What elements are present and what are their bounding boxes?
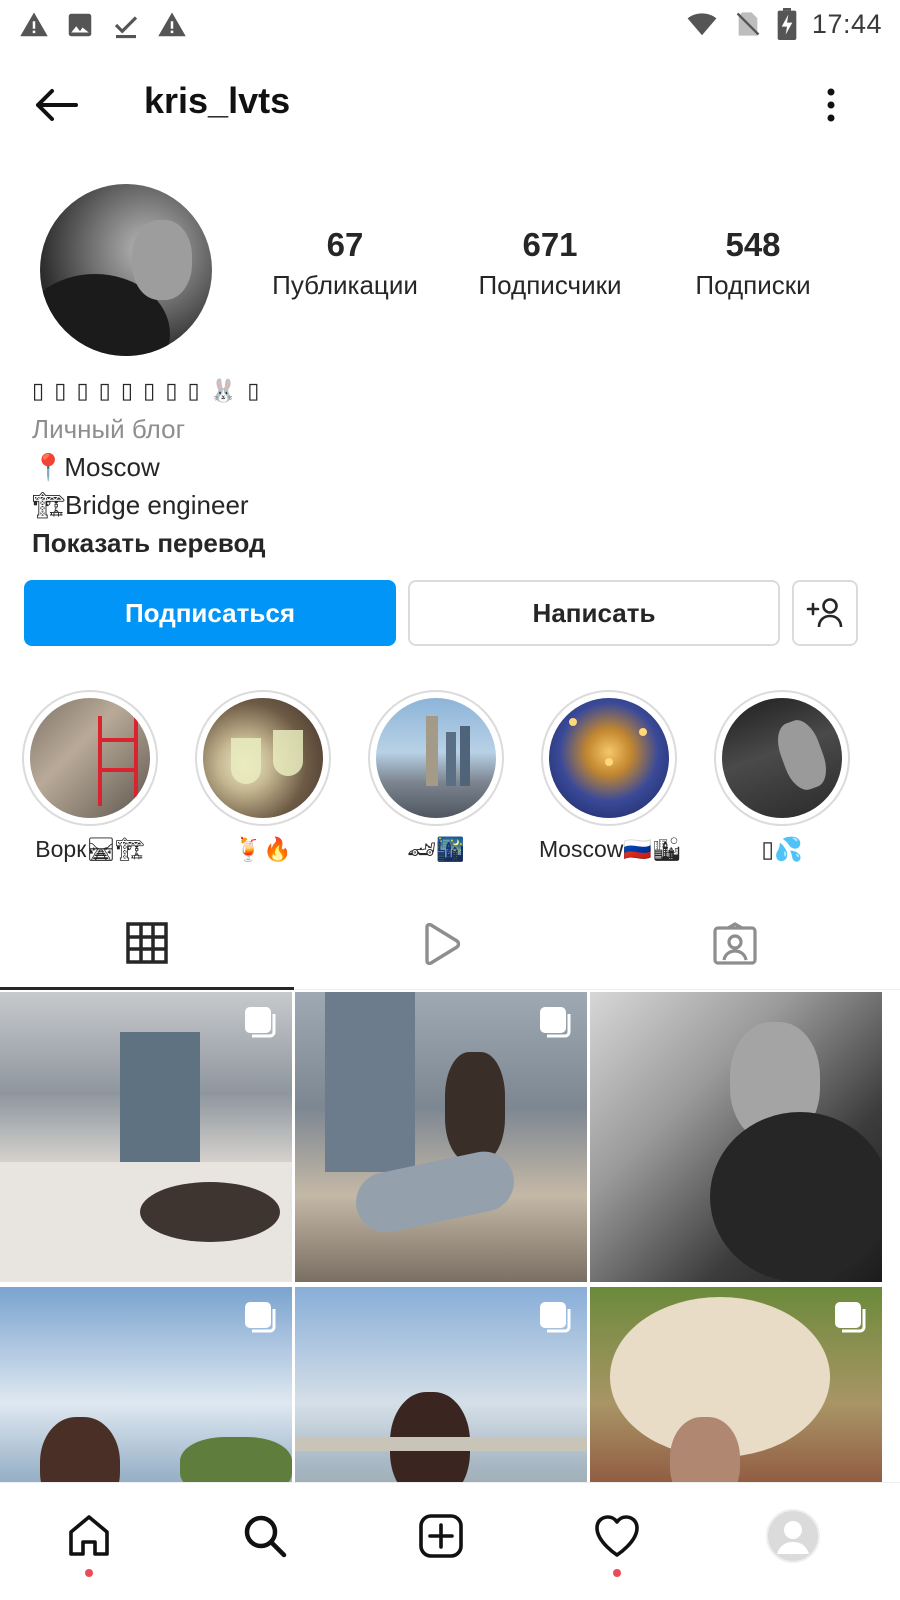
tab-tagged[interactable]	[588, 898, 882, 990]
notification-dot	[85, 1569, 93, 1577]
download-done-icon	[114, 16, 138, 39]
avatar-icon	[766, 1509, 820, 1563]
post-thumbnail[interactable]	[0, 992, 292, 1282]
stat-followers-label: Подписчики	[478, 270, 622, 300]
profile-bio: ▯ ▯ ▯ ▯ ▯ ▯ ▯ ▯ 🐰 ▯ Личный блог 📍Moscow …	[32, 372, 872, 562]
highlight-label: 🍹🔥	[234, 836, 292, 862]
message-button[interactable]: Написать	[408, 580, 780, 646]
play-icon	[425, 923, 461, 965]
carousel-icon	[245, 1302, 276, 1333]
highlight-label: 🏎🌃	[407, 836, 465, 862]
show-translation-link[interactable]: Показать перевод	[32, 524, 872, 562]
suggested-accounts-button[interactable]	[792, 580, 858, 646]
posts-grid	[0, 992, 900, 1488]
stat-following-label: Подписки	[695, 270, 811, 300]
grid-icon	[126, 921, 168, 964]
nav-activity[interactable]	[582, 1501, 652, 1577]
bio-category: Личный блог	[32, 414, 186, 444]
add-square-icon	[419, 1514, 463, 1558]
profile-header: kris_lvts	[0, 62, 900, 148]
highlight-cover	[203, 698, 323, 818]
stat-following-value: 548	[725, 226, 781, 263]
highlight-item[interactable]: ▯💦	[712, 690, 852, 863]
highlight-cover	[722, 698, 842, 818]
nav-profile[interactable]	[758, 1501, 828, 1571]
nav-search[interactable]	[230, 1501, 300, 1571]
stat-following[interactable]: 548 Подписки	[668, 226, 838, 301]
post-thumbnail[interactable]	[295, 1287, 587, 1488]
tagged-person-icon	[713, 922, 757, 965]
notification-dot	[613, 1569, 621, 1577]
more-vertical-icon	[827, 88, 835, 122]
stat-posts[interactable]: 67 Публикации	[260, 226, 430, 301]
post-thumbnail[interactable]	[0, 1287, 292, 1488]
profile-tabs	[0, 898, 900, 990]
highlight-label: Moscow🇷🇺🏙	[539, 836, 682, 862]
warning-icon	[158, 12, 186, 37]
status-clock: 17:44	[811, 8, 882, 39]
tab-grid[interactable]	[0, 898, 294, 990]
home-icon	[69, 1515, 109, 1556]
post-thumbnail[interactable]	[295, 992, 587, 1282]
arrow-left-icon	[36, 89, 78, 121]
stat-posts-label: Публикации	[272, 270, 418, 300]
highlight-item[interactable]: Moscow🇷🇺🏙	[539, 690, 682, 863]
profile-avatar[interactable]	[40, 184, 212, 356]
story-highlights: Ворк🛤🏗 🍹🔥 🏎🌃 Moscow🇷🇺🏙 ▯💦	[0, 690, 900, 870]
post-thumbnail[interactable]	[590, 992, 882, 1282]
bio-occupation: 🏗Bridge engineer	[32, 490, 249, 520]
back-button[interactable]	[28, 80, 84, 130]
bio-name: ▯ ▯ ▯ ▯ ▯ ▯ ▯ ▯ 🐰 ▯	[32, 378, 262, 403]
profile-username: kris_lvts	[144, 80, 291, 121]
highlight-label: ▯💦	[761, 836, 803, 862]
no-sim-icon	[736, 12, 760, 36]
nav-home[interactable]	[54, 1501, 124, 1577]
more-options-button[interactable]	[816, 80, 846, 130]
wifi-icon	[687, 13, 717, 36]
highlight-item[interactable]: Ворк🛤🏗	[20, 690, 160, 863]
carousel-icon	[245, 1007, 276, 1038]
profile-stats: 67 Публикации 671 Подписчики 548 Подписк…	[260, 226, 860, 316]
carousel-icon	[540, 1302, 571, 1333]
highlight-item[interactable]: 🏎🌃	[366, 690, 506, 863]
stat-followers-value: 671	[522, 226, 578, 263]
highlight-label: Ворк🛤🏗	[35, 836, 145, 862]
status-bar: 17:44	[0, 0, 900, 50]
warning-icon	[20, 12, 48, 37]
image-icon	[68, 13, 92, 37]
highlight-cover	[376, 698, 496, 818]
nav-create[interactable]	[406, 1501, 476, 1571]
add-person-icon	[806, 598, 843, 628]
highlight-cover	[30, 698, 150, 818]
battery-charging-icon	[777, 8, 797, 40]
post-thumbnail[interactable]	[590, 1287, 882, 1488]
stat-posts-value: 67	[326, 226, 364, 263]
heart-icon	[595, 1515, 639, 1557]
highlight-item[interactable]: 🍹🔥	[193, 690, 333, 863]
stat-followers[interactable]: 671 Подписчики	[465, 226, 635, 301]
search-icon	[244, 1515, 287, 1558]
carousel-icon	[835, 1302, 866, 1333]
bottom-navigation	[0, 1482, 900, 1600]
tab-reels[interactable]	[294, 898, 588, 990]
highlight-cover	[549, 698, 669, 818]
follow-button[interactable]: Подписаться	[24, 580, 396, 646]
bio-location: 📍Moscow	[32, 452, 160, 482]
carousel-icon	[540, 1007, 571, 1038]
